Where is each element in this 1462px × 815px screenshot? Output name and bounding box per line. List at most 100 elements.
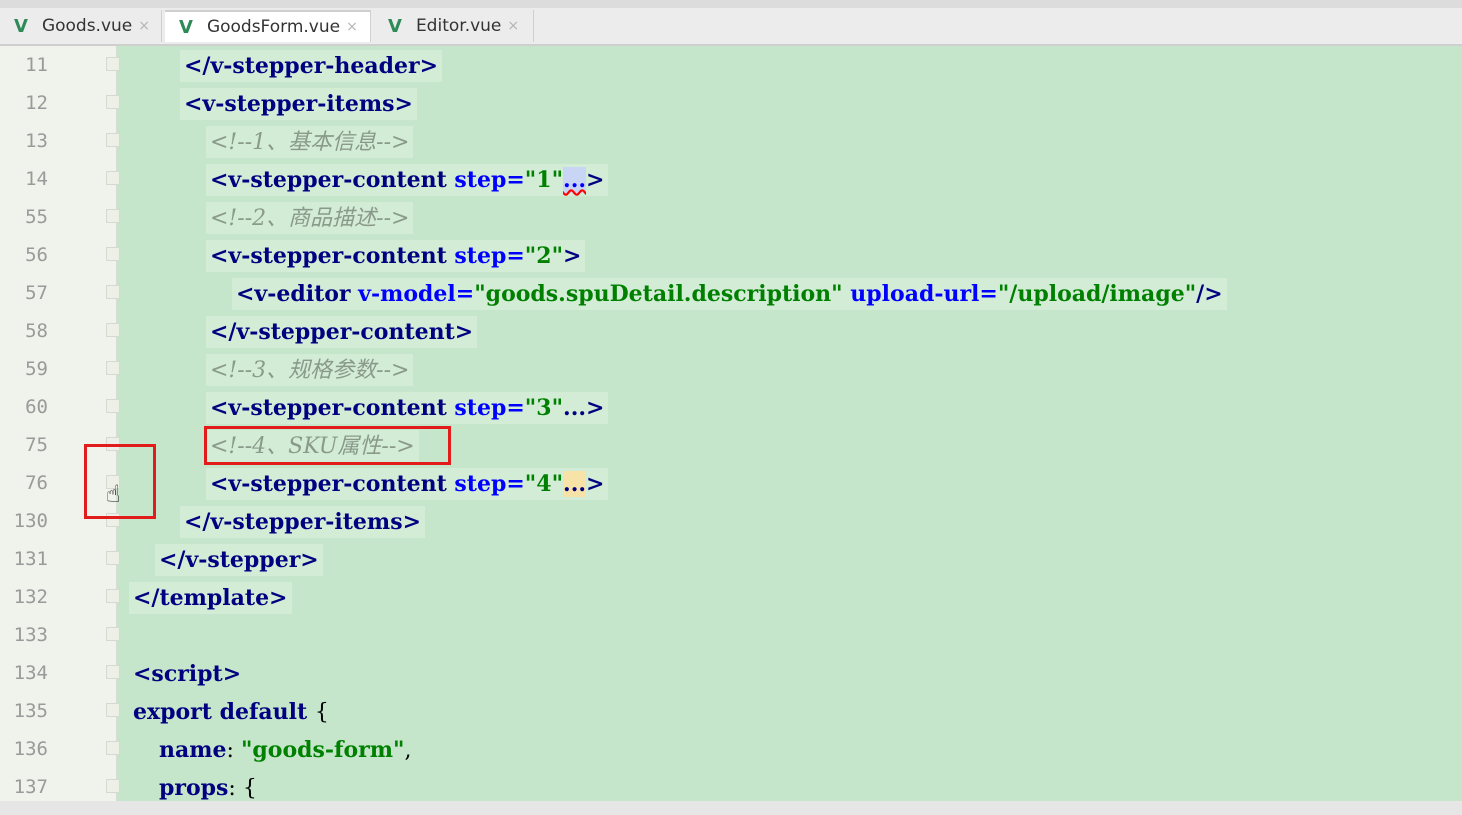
code-line[interactable]: 14 <v-stepper-content step="1"...> bbox=[0, 160, 1462, 198]
code-text: <v-stepper-content step="3"...> bbox=[206, 392, 609, 424]
code-token: </v-stepper-header> bbox=[184, 53, 439, 79]
fold-marker-icon[interactable] bbox=[106, 779, 120, 793]
line-number: 13 bbox=[25, 130, 48, 152]
horizontal-scrollbar[interactable] bbox=[0, 801, 1462, 815]
code-text: <v-stepper-content step="2"> bbox=[206, 240, 586, 272]
code-token[interactable]: ... bbox=[563, 167, 587, 193]
line-number: 56 bbox=[25, 244, 48, 266]
code-token: <!--2、商品描述--> bbox=[210, 206, 410, 231]
code-line[interactable]: 12 <v-stepper-items> bbox=[0, 84, 1462, 122]
code-line[interactable]: 134 <script> bbox=[0, 654, 1462, 692]
code-editor[interactable]: 11 </v-stepper-header> 12 <v-stepper-items>… bbox=[0, 46, 1462, 801]
code-token: step= bbox=[454, 471, 525, 497]
code-token: : bbox=[226, 738, 241, 763]
code-line[interactable]: 57 <v-editor v-model="goods.spuDetail.des… bbox=[0, 274, 1462, 312]
fold-marker-icon[interactable] bbox=[106, 209, 120, 223]
code-token: step= bbox=[454, 243, 525, 269]
line-number: 130 bbox=[13, 510, 48, 532]
code-token: <v-editor bbox=[236, 281, 359, 307]
code-line[interactable]: 130 </v-stepper-items> bbox=[0, 502, 1462, 540]
code-token: </v-stepper> bbox=[159, 547, 319, 573]
code-line[interactable]: 131 </v-stepper> bbox=[0, 540, 1462, 578]
line-number: 58 bbox=[25, 320, 48, 342]
line-number: 131 bbox=[13, 548, 48, 570]
code-line[interactable]: 55 <!--2、商品描述--> bbox=[0, 198, 1462, 236]
tab-goodsform-vue[interactable]: V GoodsForm.vue × bbox=[165, 10, 371, 42]
fold-marker-icon[interactable] bbox=[106, 171, 120, 185]
tab-editor-vue[interactable]: V Editor.vue × bbox=[374, 10, 534, 42]
code-token: name bbox=[159, 737, 227, 763]
code-line[interactable]: 132 </template> bbox=[0, 578, 1462, 616]
hand-cursor-icon: ☝ bbox=[106, 480, 121, 508]
code-line[interactable]: 13 <!--1、基本信息--> bbox=[0, 122, 1462, 160]
code-text: <v-stepper-content step="1"...> bbox=[206, 164, 609, 196]
code-token: "4" bbox=[524, 471, 564, 497]
code-token: <script> bbox=[133, 661, 242, 687]
code-token: ...> bbox=[563, 395, 605, 421]
code-token: props bbox=[159, 775, 229, 801]
tab-goods-vue[interactable]: V Goods.vue × bbox=[0, 10, 162, 42]
code-line[interactable]: 56 <v-stepper-content step="2"> bbox=[0, 236, 1462, 274]
code-text: <!--2、商品描述--> bbox=[206, 202, 414, 234]
close-icon[interactable]: × bbox=[346, 19, 358, 35]
code-line[interactable]: 137 props: { bbox=[0, 768, 1462, 801]
fold-marker-icon[interactable] bbox=[106, 57, 120, 71]
close-icon[interactable]: × bbox=[507, 18, 519, 34]
vue-icon: V bbox=[179, 16, 193, 38]
line-number: 12 bbox=[25, 92, 48, 114]
fold-marker-icon[interactable] bbox=[106, 665, 120, 679]
code-line[interactable]: 136 name: "goods-form", bbox=[0, 730, 1462, 768]
fold-marker-icon[interactable] bbox=[106, 627, 120, 641]
code-line[interactable]: 58 </v-stepper-content> bbox=[0, 312, 1462, 350]
line-number: 132 bbox=[13, 586, 48, 608]
close-icon[interactable]: × bbox=[138, 18, 150, 34]
line-number: 133 bbox=[13, 624, 48, 646]
code-text: <v-stepper-items> bbox=[180, 88, 417, 120]
fold-marker-icon[interactable] bbox=[106, 741, 120, 755]
line-number: 136 bbox=[13, 738, 48, 760]
line-number: 135 bbox=[13, 700, 48, 722]
code-line[interactable]: 60 <v-stepper-content step="3"...> bbox=[0, 388, 1462, 426]
line-number: 14 bbox=[25, 168, 48, 190]
editor-tab-bar: V Goods.vue × V GoodsForm.vue × V Editor… bbox=[0, 8, 1462, 46]
fold-marker-icon[interactable] bbox=[106, 361, 120, 375]
code-line[interactable]: 11 </v-stepper-header> bbox=[0, 46, 1462, 84]
code-text: </template> bbox=[129, 582, 292, 614]
code-token: </v-stepper-content> bbox=[210, 319, 474, 345]
code-token: "goods-form" bbox=[240, 737, 405, 763]
code-token: step= bbox=[454, 395, 525, 421]
fold-marker-icon[interactable] bbox=[106, 399, 120, 413]
code-line[interactable]: 133 bbox=[0, 616, 1462, 654]
fold-marker-icon[interactable] bbox=[106, 247, 120, 261]
code-token: upload-url= bbox=[842, 281, 998, 307]
fold-marker-icon[interactable] bbox=[106, 589, 120, 603]
fold-marker-icon[interactable] bbox=[106, 95, 120, 109]
code-line[interactable]: 76 <v-stepper-content step="4"...> bbox=[0, 464, 1462, 502]
code-text: <!--3、规格参数--> bbox=[206, 354, 414, 386]
fold-marker-icon[interactable] bbox=[106, 551, 120, 565]
code-line[interactable]: 59 <!--3、规格参数--> bbox=[0, 350, 1462, 388]
code-token: "2" bbox=[524, 243, 564, 269]
line-number: 60 bbox=[25, 396, 48, 418]
code-token: "goods.spuDetail.description" bbox=[474, 281, 843, 307]
fold-marker-icon[interactable] bbox=[106, 285, 120, 299]
code-token: <v-stepper-content bbox=[210, 395, 455, 421]
code-text: <v-editor v-model="goods.spuDetail.descr… bbox=[232, 278, 1227, 310]
fold-marker-icon[interactable] bbox=[106, 703, 120, 717]
line-number: 134 bbox=[13, 662, 48, 684]
code-text: export default { bbox=[129, 696, 333, 728]
highlight-box-sku-comment bbox=[204, 426, 451, 465]
fold-marker-icon[interactable] bbox=[106, 323, 120, 337]
fold-marker-icon[interactable] bbox=[106, 133, 120, 147]
line-number: 55 bbox=[25, 206, 48, 228]
code-token: : { bbox=[228, 776, 257, 801]
code-token: </v-stepper-items> bbox=[184, 509, 422, 535]
code-text: </v-stepper-header> bbox=[180, 50, 443, 82]
code-token[interactable]: ... bbox=[563, 471, 587, 497]
code-line[interactable]: 135 export default { bbox=[0, 692, 1462, 730]
code-token: > bbox=[586, 471, 605, 497]
code-token: { bbox=[314, 700, 329, 725]
tab-label: Editor.vue bbox=[415, 16, 502, 36]
code-token: <!--1、基本信息--> bbox=[210, 130, 410, 155]
line-number: 76 bbox=[25, 472, 48, 494]
